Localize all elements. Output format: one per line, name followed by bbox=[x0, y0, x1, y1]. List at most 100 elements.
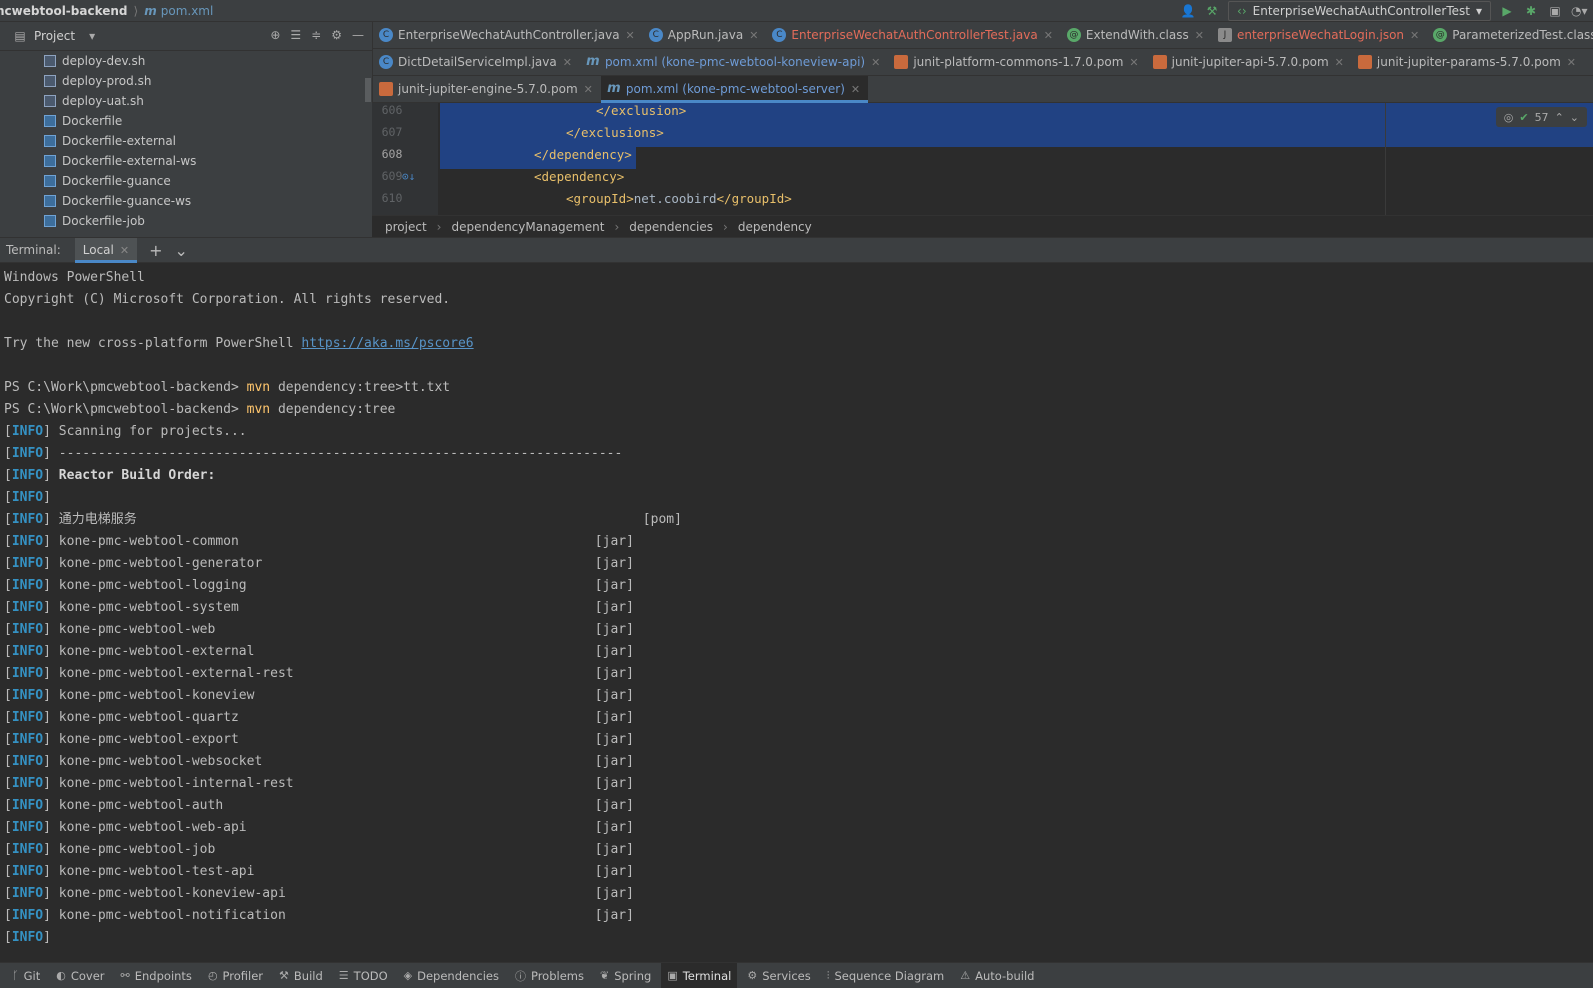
chevron-down-icon[interactable]: ⌄ bbox=[175, 241, 188, 260]
locate-icon[interactable]: ⊕ bbox=[270, 28, 280, 42]
run-icon[interactable]: ▶ bbox=[1499, 3, 1515, 19]
terminal-line: [INFO] kone-pmc-webtool-test-api[jar] bbox=[4, 861, 1589, 883]
tab-junit-jupiter-api-pom[interactable]: junit-jupiter-api-5.7.0.pom✕ bbox=[1147, 49, 1352, 76]
tool-window-services[interactable]: ⚙Services bbox=[741, 963, 816, 988]
code-editor[interactable]: 606 </exclusion> 607 </exclusions> 608 <… bbox=[372, 103, 1593, 215]
breadcrumb-item[interactable]: project bbox=[385, 220, 427, 234]
tree-item[interactable]: Dockerfile bbox=[0, 111, 372, 131]
tab-label: enterpriseWechatLogin.json bbox=[1237, 28, 1404, 42]
close-icon[interactable]: ✕ bbox=[749, 29, 758, 42]
user-icon[interactable]: 👤▾ bbox=[1180, 3, 1196, 19]
gutter-marker-icon[interactable]: ⊙↓ bbox=[402, 170, 415, 183]
current-file-name[interactable]: pom.xml bbox=[161, 4, 214, 18]
eye-off-icon[interactable]: ◎ bbox=[1504, 111, 1514, 124]
close-icon[interactable]: ✕ bbox=[851, 83, 860, 96]
breadcrumb-item[interactable]: dependencyManagement bbox=[451, 220, 604, 234]
terminal-tab-local[interactable]: Local ✕ bbox=[75, 238, 137, 263]
tree-item[interactable]: deploy-prod.sh bbox=[0, 71, 372, 91]
panel-splitter-handle[interactable] bbox=[365, 78, 371, 102]
plus-icon[interactable]: + bbox=[149, 241, 162, 260]
breadcrumb-item[interactable]: dependencies bbox=[629, 220, 713, 234]
tool-window-dependencies[interactable]: ◈Dependencies bbox=[398, 963, 505, 988]
tree-item[interactable]: Dockerfile-guance bbox=[0, 171, 372, 191]
pscore-link[interactable]: https://aka.ms/pscore6 bbox=[301, 336, 473, 351]
tool-window-endpoints[interactable]: ⚯Endpoints bbox=[115, 963, 198, 988]
close-icon[interactable]: ✕ bbox=[1567, 56, 1576, 69]
close-icon[interactable]: ✕ bbox=[1410, 29, 1419, 42]
tab-junit-platform-commons-pom[interactable]: junit-platform-commons-1.7.0.pom✕ bbox=[888, 49, 1146, 76]
tab-enterprise-wechat-login-json[interactable]: JenterpriseWechatLogin.json✕ bbox=[1212, 22, 1427, 49]
tool-window-problems[interactable]: ⓘProblems bbox=[509, 963, 590, 988]
tab-parameterized-test[interactable]: @ParameterizedTest.class✕ bbox=[1427, 22, 1593, 49]
tab-enterprise-wechat-auth-controller[interactable]: CEnterpriseWechatAuthController.java✕ bbox=[373, 22, 643, 49]
tool-window-terminal[interactable]: ▣Terminal bbox=[661, 963, 737, 988]
tool-window-label: Cover bbox=[71, 969, 105, 983]
tool-window-auto-build[interactable]: ⚠Auto-build bbox=[954, 963, 1040, 988]
tree-item[interactable]: Dockerfile-job bbox=[0, 211, 372, 231]
terminal-line: [INFO] kone-pmc-webtool-koneview[jar] bbox=[4, 685, 1589, 707]
tab-pom-koneview-api[interactable]: mpom.xml (kone-pmc-webtool-koneview-api)… bbox=[580, 49, 888, 76]
tool-window-sequence-diagram[interactable]: ⫶Sequence Diagram bbox=[821, 963, 951, 988]
module-name: kone-pmc-webtool-quartz bbox=[59, 707, 595, 729]
gear-icon[interactable]: ⚙ bbox=[331, 28, 342, 42]
tab-junit-jupiter-params-pom[interactable]: junit-jupiter-params-5.7.0.pom✕ bbox=[1352, 49, 1584, 76]
debug-icon[interactable]: ✱ bbox=[1523, 3, 1539, 19]
tool-window-cover[interactable]: ◐Cover bbox=[50, 963, 110, 988]
close-icon[interactable]: ✕ bbox=[1129, 56, 1138, 69]
tab-dict-detail-service-impl[interactable]: CDictDetailServiceImpl.java✕ bbox=[373, 49, 580, 76]
coverage-run-icon[interactable]: ▣ bbox=[1547, 3, 1563, 19]
tool-window-profiler[interactable]: ◴Profiler bbox=[202, 963, 269, 988]
project-view-icon: ▤ bbox=[12, 28, 28, 44]
tab-extend-with[interactable]: @ExtendWith.class✕ bbox=[1061, 22, 1212, 49]
info-tag: INFO bbox=[12, 820, 43, 835]
chevron-down-icon[interactable]: ⌄ bbox=[1570, 111, 1579, 124]
module-packaging: [jar] bbox=[595, 798, 634, 813]
module-name: kone-pmc-webtool-external bbox=[59, 641, 595, 663]
breadcrumb-item[interactable]: dependency bbox=[738, 220, 812, 234]
terminal-line: [INFO] kone-pmc-webtool-job[jar] bbox=[4, 839, 1589, 861]
expand-all-icon[interactable]: ☰ bbox=[290, 28, 301, 42]
close-icon[interactable]: ✕ bbox=[120, 244, 129, 257]
project-name[interactable]: ncwebtool-backend bbox=[0, 4, 128, 18]
close-icon[interactable]: ✕ bbox=[1335, 56, 1344, 69]
profile-run-icon[interactable]: ◔▾ bbox=[1571, 3, 1587, 19]
tool-window-todo[interactable]: ☰TODO bbox=[333, 963, 394, 988]
git-icon: ᚴ bbox=[12, 969, 19, 982]
tab-label: pom.xml (kone-pmc-webtool-koneview-api) bbox=[605, 55, 865, 69]
tree-item[interactable]: Dockerfile-external bbox=[0, 131, 372, 151]
chevron-up-icon[interactable]: ⌃ bbox=[1555, 111, 1564, 124]
module-packaging: [jar] bbox=[595, 864, 634, 879]
inspection-widget[interactable]: ◎ ✔ 57 ⌃ ⌄ bbox=[1496, 107, 1587, 127]
chevron-down-icon[interactable]: ▾ bbox=[89, 29, 95, 43]
shell-file-icon bbox=[44, 75, 56, 87]
tab-app-run[interactable]: CAppRun.java✕ bbox=[643, 22, 767, 49]
endpoints-icon: ⚯ bbox=[121, 969, 130, 982]
minimize-icon[interactable]: — bbox=[352, 28, 364, 42]
terminal-line: Windows PowerShell bbox=[4, 267, 1589, 289]
close-icon[interactable]: ✕ bbox=[1044, 29, 1053, 42]
module-name: kone-pmc-webtool-web bbox=[59, 619, 595, 641]
terminal-output[interactable]: Windows PowerShell Copyright (C) Microso… bbox=[0, 263, 1593, 962]
tool-window-spring[interactable]: ❦Spring bbox=[594, 963, 657, 988]
tool-window-git[interactable]: ᚴGit bbox=[6, 963, 46, 988]
tab-enterprise-wechat-auth-controller-test[interactable]: CEnterpriseWechatAuthControllerTest.java… bbox=[766, 22, 1061, 49]
tree-item[interactable]: Dockerfile-external-ws bbox=[0, 151, 372, 171]
info-tag: INFO bbox=[12, 600, 43, 615]
close-icon[interactable]: ✕ bbox=[871, 56, 880, 69]
tree-item[interactable]: deploy-dev.sh bbox=[0, 51, 372, 71]
terminal-line: [INFO] Scanning for projects... bbox=[4, 421, 1589, 443]
tab-junit-jupiter-engine-pom[interactable]: junit-jupiter-engine-5.7.0.pom✕ bbox=[373, 76, 601, 103]
run-configuration-select[interactable]: ‹› EnterpriseWechatAuthControllerTest ▾ bbox=[1228, 1, 1491, 21]
tab-pom-webtool-server[interactable]: mpom.xml (kone-pmc-webtool-server)✕ bbox=[601, 76, 868, 103]
close-icon[interactable]: ✕ bbox=[563, 56, 572, 69]
tree-item[interactable]: Dockerfile-guance-ws bbox=[0, 191, 372, 211]
close-icon[interactable]: ✕ bbox=[584, 83, 593, 96]
build-hammer-icon[interactable]: ⚒ bbox=[1204, 3, 1220, 19]
tree-item[interactable]: deploy-uat.sh bbox=[0, 91, 372, 111]
collapse-all-icon[interactable]: ≑ bbox=[311, 28, 321, 42]
project-panel-title[interactable]: Project bbox=[34, 29, 75, 43]
close-icon[interactable]: ✕ bbox=[626, 29, 635, 42]
close-icon[interactable]: ✕ bbox=[1195, 29, 1204, 42]
tool-window-build[interactable]: ⚒Build bbox=[273, 963, 329, 988]
module-name: kone-pmc-webtool-koneview-api bbox=[59, 883, 595, 905]
